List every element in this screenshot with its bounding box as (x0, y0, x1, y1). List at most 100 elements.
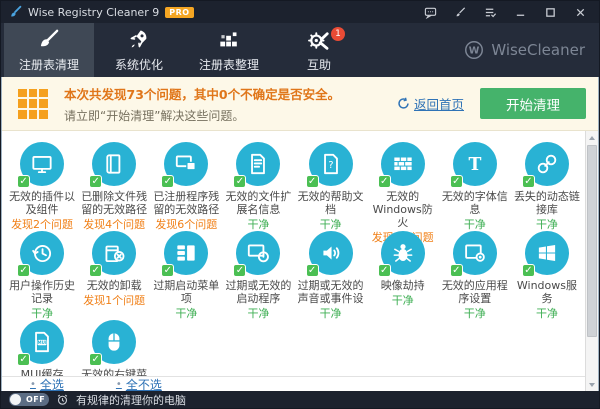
notification-badge: 1 (331, 27, 345, 41)
checkmark-badge-icon[interactable]: ✓ (161, 175, 174, 188)
checkmark-badge-icon[interactable]: ✓ (306, 175, 319, 188)
book-icon: ✓ (92, 142, 136, 186)
menu-list-icon[interactable] (477, 2, 503, 22)
scrollbar[interactable] (585, 131, 598, 391)
feedback-icon[interactable] (417, 2, 443, 22)
select-all-link[interactable]: • 全选 (30, 376, 64, 393)
startup-icon: ✓ (236, 231, 280, 275)
checkmark-badge-icon[interactable]: ✓ (89, 175, 102, 188)
title-bar: Wise Registry Cleaner 9 PRO (1, 1, 599, 23)
checkmark-badge-icon[interactable]: ✓ (378, 175, 391, 188)
scan-item[interactable]: ✓无效的右键菜单项 (78, 320, 150, 376)
scan-item[interactable]: ✓丢失的动态链接库干净 (511, 142, 583, 231)
app-settings-icon: ✓ (453, 231, 497, 275)
scan-item-label: 无效的卸载 (87, 279, 142, 292)
tab-label: 注册表整理 (199, 56, 259, 73)
status-bar: OFF 有规律的清理你的电脑 (1, 391, 599, 408)
checkmark-badge-icon[interactable]: ✓ (161, 264, 174, 277)
scan-item-label: 过期启动菜单项 (151, 279, 221, 305)
gear-wrench-tab-icon (306, 27, 332, 53)
font-icon: T✓ (453, 142, 497, 186)
scan-item[interactable]: ✓过期启动菜单项干净 (150, 231, 222, 320)
back-home-link[interactable]: 返回首页 (397, 94, 464, 113)
app-title: Wise Registry Cleaner 9 (28, 6, 159, 19)
scan-item-status: 发现6个问题 (155, 218, 217, 232)
monitor-icon: ✓ (20, 142, 64, 186)
mouse-icon: ✓ (92, 320, 136, 364)
bullet-icon: • (30, 379, 36, 390)
checkmark-badge-icon[interactable]: ✓ (306, 264, 319, 277)
checkmark-badge-icon[interactable]: ✓ (378, 264, 391, 277)
scrollbar-thumb[interactable] (587, 145, 597, 337)
checkmark-badge-icon[interactable]: ✓ (89, 353, 102, 366)
banner-headline: 本次共发现73个问题，其中0个不确定是否安全。 (64, 84, 340, 103)
brush-tab-icon (36, 27, 62, 53)
scan-item[interactable]: ✓已删除文件残留的无效路径发现4个问题 (78, 142, 150, 231)
tab-互助[interactable]: 互助1 (274, 23, 364, 77)
close-icon[interactable] (567, 2, 593, 22)
theme-brush-icon[interactable] (447, 2, 473, 22)
banner-subline: 请立即“开始清理”解决这些问题。 (64, 107, 340, 124)
scan-item-status: 干净 (536, 218, 558, 232)
select-none-link[interactable]: • 全不选 (116, 376, 162, 393)
firewall-icon: ✓ (381, 142, 425, 186)
app-logo-icon (9, 5, 23, 19)
scan-item[interactable]: ?✓无效的帮助文档干净 (295, 142, 367, 231)
tab-注册表整理[interactable]: 注册表整理 (184, 23, 274, 77)
scan-item-label: 用户操作历史记录 (7, 279, 77, 305)
scroll-up-arrow-icon[interactable] (586, 131, 598, 144)
scroll-down-arrow-icon[interactable] (586, 378, 598, 391)
nav-bar: 注册表清理系统优化 注册表整理互助1 W WiseCleaner (1, 23, 599, 77)
checkmark-badge-icon[interactable]: ✓ (233, 264, 246, 277)
tab-系统优化[interactable]: 系统优化 (94, 23, 184, 77)
scan-item[interactable]: ✓无效的插件以及组件发现2个问题 (6, 142, 78, 231)
wisecleaner-logo[interactable]: W WiseCleaner (463, 23, 585, 77)
rocket-tab-icon (126, 27, 152, 53)
checkmark-badge-icon[interactable]: ✓ (522, 175, 535, 188)
scan-item[interactable]: ✓无效的应用程序设置干净 (439, 231, 511, 320)
scan-items-grid: ✓无效的插件以及组件发现2个问题✓已删除文件残留的无效路径发现4个问题✓已注册程… (2, 131, 585, 376)
scan-item[interactable]: ✓过期或无效的声音或事件设干净 (295, 231, 367, 320)
minimize-icon[interactable] (507, 2, 533, 22)
checkmark-badge-icon[interactable]: ✓ (522, 264, 535, 277)
start-menu-icon: ✓ (164, 231, 208, 275)
svg-text:W: W (469, 46, 480, 57)
scan-item-label: 无效的帮助文档 (296, 190, 366, 216)
scan-item[interactable]: ✓过期或无效的启动程序干净 (222, 231, 294, 320)
scan-item-label: 映像劫持 (381, 279, 425, 292)
checkmark-badge-icon[interactable]: ✓ (233, 175, 246, 188)
scan-item[interactable]: ✓已注册程序残留的无效路径发现6个问题 (150, 142, 222, 231)
checkmark-badge-icon[interactable]: ✓ (17, 264, 30, 277)
scan-item-label: 过期或无效的声音或事件设 (296, 279, 366, 305)
scan-item[interactable]: MUI✓MUI缓存发现59个问题 (6, 320, 78, 376)
devices-icon: ✓ (164, 142, 208, 186)
scan-item[interactable]: ✓ 无效的卸载发现1个问题 (78, 231, 150, 320)
app-window: Wise Registry Cleaner 9 PRO (0, 0, 600, 409)
checkmark-badge-icon[interactable]: ✓ (89, 264, 102, 277)
scan-item[interactable]: ✓Windows服务干净 (511, 231, 583, 320)
nav-tabs: 注册表清理系统优化 注册表整理互助1 (4, 23, 364, 77)
scan-item-label: 无效的应用程序设置 (440, 279, 510, 305)
scan-item[interactable]: ✓无效的文件扩展名信息干净 (222, 142, 294, 231)
scan-item[interactable]: ✓无效的Windows防火发现1个问题 (367, 142, 439, 231)
pro-badge: PRO (165, 7, 193, 18)
svg-text:T: T (468, 155, 481, 175)
tab-注册表清理[interactable]: 注册表清理 (4, 23, 94, 77)
scan-item[interactable]: ✓映像劫持干净 (367, 231, 439, 320)
file-question-icon: ?✓ (309, 142, 353, 186)
schedule-toggle[interactable]: OFF (9, 393, 49, 406)
bug-icon: ✓ (381, 231, 425, 275)
scan-item[interactable]: ✓ 用户操作历史记录干净 (6, 231, 78, 320)
maximize-icon[interactable] (537, 2, 563, 22)
scan-item-status: 干净 (31, 307, 53, 321)
start-clean-button[interactable]: 开始清理 (480, 88, 586, 119)
scan-item[interactable]: T✓无效的字体信息干净 (439, 142, 511, 231)
checkmark-badge-icon[interactable]: ✓ (17, 175, 30, 188)
checkmark-badge-icon[interactable]: ✓ (17, 353, 30, 366)
checkmark-badge-icon[interactable]: ✓ (450, 264, 463, 277)
scan-item-status: 发现1个问题 (83, 294, 145, 308)
tab-label: 系统优化 (115, 56, 163, 73)
scan-result-banner: 本次共发现73个问题，其中0个不确定是否安全。 请立即“开始清理”解决这些问题。… (2, 77, 598, 131)
scan-item-label: 无效的字体信息 (440, 190, 510, 216)
checkmark-badge-icon[interactable]: ✓ (450, 175, 463, 188)
